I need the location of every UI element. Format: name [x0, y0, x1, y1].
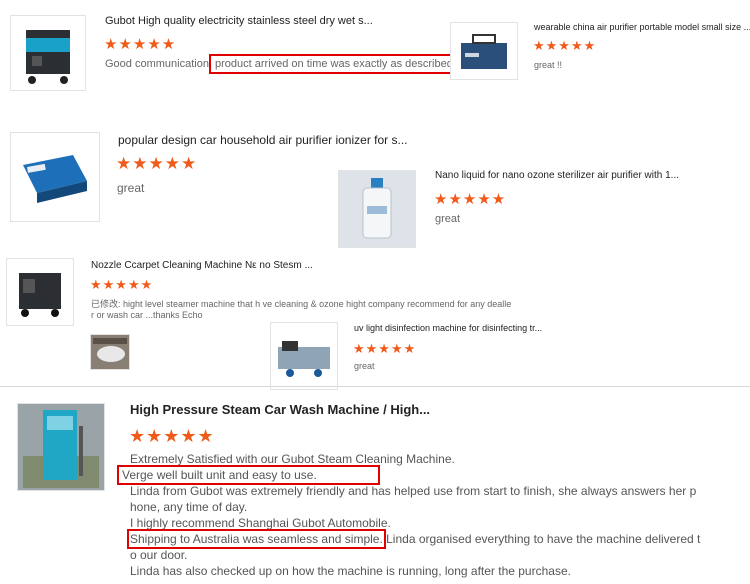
product-image[interactable] — [338, 170, 416, 248]
highlighted-review-text: product arrived on time was exactly as d… — [209, 54, 459, 74]
review-text-part: Good communication, — [105, 58, 212, 70]
uv-machine-icon — [278, 341, 330, 377]
review-product-title[interactable]: wearable china air purifier portable mod… — [534, 22, 750, 32]
review-text: great — [435, 213, 461, 225]
rating-stars: ★★★★★ — [533, 38, 597, 53]
carpet-cleaner-icon — [19, 273, 61, 317]
review-text: great — [354, 361, 375, 371]
air-purifier-icon — [461, 34, 507, 69]
featured-product-title[interactable]: High Pressure Steam Car Wash Machine / H… — [130, 402, 430, 417]
steam-car-wash-icon — [23, 410, 99, 488]
review-text: Good communication, product arrived on ti… — [105, 54, 459, 74]
steam-machine-icon — [26, 30, 70, 84]
review-line: hone, any time of day. — [130, 500, 248, 514]
product-image[interactable] — [10, 15, 86, 91]
review-line: Linda has also checked up on how the mac… — [130, 564, 571, 578]
review-text: great — [117, 181, 145, 195]
rating-stars: ★★★★★ — [90, 277, 154, 292]
product-image[interactable] — [6, 258, 74, 326]
review-product-title[interactable]: Nozzle Ccarpet Cleaning Machine Nε no St… — [91, 260, 313, 271]
review-product-title[interactable]: uv light disinfection machine for disinf… — [354, 323, 542, 333]
product-image[interactable] — [270, 322, 338, 390]
highlighted-review-line: Verge well built unit and easy to use. — [117, 465, 380, 485]
rating-stars: ★★★★★ — [104, 36, 177, 53]
section-divider — [0, 386, 750, 387]
review-line: Shipping to Australia was seamless and s… — [127, 529, 701, 549]
liquid-bottle-icon — [362, 178, 392, 239]
rating-stars: ★★★★★ — [116, 154, 198, 173]
review-line-continued: Linda organised everything to have the m… — [382, 532, 701, 546]
review-text-line: r or wash car ...thanks Echo — [91, 310, 203, 320]
review-line: o our door. — [130, 548, 188, 562]
review-product-title[interactable]: Nano liquid for nano ozone sterilizer ai… — [435, 170, 679, 181]
review-text: great !! — [534, 60, 563, 70]
rating-stars: ★★★★★ — [129, 426, 215, 446]
review-product-title[interactable]: popular design car household air purifie… — [118, 133, 408, 147]
product-image[interactable] — [450, 22, 518, 80]
car-photo-icon — [93, 338, 127, 362]
product-image[interactable] — [17, 403, 105, 491]
rating-stars: ★★★★★ — [434, 191, 507, 208]
highlighted-review-line: Shipping to Australia was seamless and s… — [127, 529, 386, 549]
ionizer-icon — [23, 155, 87, 203]
review-photo[interactable] — [90, 334, 130, 370]
review-line: I highly recommend Shanghai Gubot Automo… — [130, 516, 391, 530]
review-line: Extremely Satisfied with our Gubot Steam… — [130, 452, 455, 466]
rating-stars: ★★★★★ — [353, 341, 417, 356]
review-line: Linda from Gubot was extremely friendly … — [130, 484, 697, 498]
review-product-title[interactable]: Gubot High quality electricity stainless… — [105, 15, 373, 27]
product-image[interactable] — [10, 132, 100, 222]
review-text-line: 已修改: hight level steamer machine that h … — [91, 299, 512, 309]
